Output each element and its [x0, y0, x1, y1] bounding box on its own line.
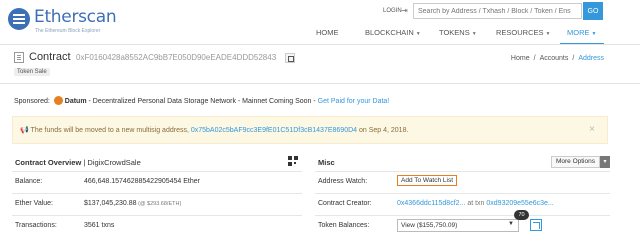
ether-value-value: $137,045,230.88 (@ $293.68/ETH) — [84, 200, 181, 207]
login-arrow-icon: ⇥ — [401, 6, 408, 15]
ether-price: (@ $293.68/ETH) — [136, 201, 182, 207]
token-count-badge: 70 — [514, 210, 529, 220]
contract-overview-panel: Contract Overview | DigixCrowdSale Balan… — [12, 153, 302, 251]
contract-label: Contract — [29, 51, 71, 63]
contract-creator-label: Contract Creator: — [318, 200, 372, 207]
balance-label: Balance: — [15, 178, 43, 185]
multisig-alert: 📢 The funds will be moved to a new multi… — [12, 116, 608, 144]
sponsored-prefix: Sponsored: — [14, 98, 50, 105]
contract-header: Contract 0xF0160428a8552AC9bB7E050D90eEA… — [0, 45, 640, 83]
creator-address-link[interactable]: 0x4366ddc115d8cf2... — [397, 200, 465, 207]
misc-panel: Misc More Options ▾ Address Watch: Add T… — [315, 153, 610, 251]
ether-value-amount: $137,045,230.88 — [84, 200, 137, 207]
transactions-row: Transactions: 3561 txns — [12, 215, 302, 233]
nav-blockchain-label: BLOCKCHAIN — [365, 28, 414, 37]
breadcrumb-accounts[interactable]: Accounts — [540, 55, 569, 62]
alert-address-link[interactable]: 0x75bA02c5bAF9cc3E9fE01C51Df3cB1437E8690… — [191, 127, 357, 134]
sponsored-link[interactable]: Get Paid for your Data! — [318, 98, 390, 105]
chevron-down-icon: ▼ — [508, 221, 514, 227]
more-options-button[interactable]: More Options — [550, 156, 600, 168]
creator-at-text: at txn — [465, 200, 487, 207]
token-balances-label: Token Balances: — [318, 222, 370, 229]
alert-text-after: on Sep 4, 2018. — [357, 127, 409, 134]
breadcrumb-address: Address — [578, 55, 604, 62]
site-header: Etherscan The Ethereum Block Explorer LO… — [0, 0, 640, 45]
copy-icon[interactable] — [285, 53, 295, 63]
nav-tokens-label: TOKENS — [439, 28, 470, 37]
expand-icon[interactable] — [530, 219, 542, 231]
transactions-value[interactable]: 3561 txns — [84, 222, 114, 229]
balance-row: Balance: 466,648.157462885422905454 Ethe… — [12, 171, 302, 189]
nav-resources[interactable]: RESOURCES ▼ — [496, 28, 550, 37]
token-balances-dropdown[interactable]: View ($155,750.09) ▼ — [397, 219, 519, 232]
chevron-down-icon: ▼ — [591, 31, 597, 37]
creator-txn-link[interactable]: 0xd93209e55e6c3e... — [486, 200, 553, 207]
add-to-watch-list-button[interactable]: Add To Watch List — [397, 175, 458, 186]
alert-text-before: The funds will be moved to a new multisi… — [30, 127, 191, 134]
nav-tokens[interactable]: TOKENS ▼ — [439, 28, 477, 37]
datum-logo-icon — [53, 96, 63, 105]
close-icon[interactable]: × — [589, 124, 595, 135]
nav-blockchain[interactable]: BLOCKCHAIN ▼ — [365, 28, 421, 37]
chevron-down-icon: ▼ — [415, 31, 421, 37]
sponsored-brand[interactable]: Datum — [65, 98, 87, 105]
contract-divider — [0, 83, 640, 84]
contract-creator-value: 0x4366ddc115d8cf2... at txn 0xd93209e55e… — [397, 200, 554, 207]
nav-resources-label: RESOURCES — [496, 28, 544, 37]
breadcrumb-home[interactable]: Home — [511, 55, 530, 62]
nav-more-label: MORE — [567, 28, 590, 37]
ether-value-row: Ether Value: $137,045,230.88 (@ $293.68/… — [12, 193, 302, 211]
contract-creator-row: Contract Creator: 0x4366ddc115d8cf2... a… — [315, 193, 610, 211]
overview-subtitle: | DigixCrowdSale — [81, 158, 141, 167]
main-nav: HOME BLOCKCHAIN ▼ TOKENS ▼ RESOURCES ▼ MORE… — [0, 22, 640, 45]
chevron-down-icon: ▼ — [471, 31, 477, 37]
transactions-label: Transactions: — [15, 222, 57, 229]
contract-address: 0xF0160428a8552AC9bB7E050D90eEADE4DDD528… — [76, 53, 277, 62]
qr-code-icon[interactable] — [288, 156, 298, 166]
balance-value: 466,648.157462885422905454 Ether — [84, 178, 200, 185]
chevron-down-icon: ▼ — [545, 31, 551, 37]
misc-title: Misc — [318, 158, 335, 167]
token-sale-badge[interactable]: Token Sale — [14, 68, 50, 76]
address-watch-row: Address Watch: Add To Watch List — [315, 171, 610, 189]
breadcrumb: Home / Accounts / Address — [510, 55, 604, 62]
overview-title-text: Contract Overview — [15, 158, 82, 167]
address-watch-label: Address Watch: — [318, 178, 368, 185]
alert-message: 📢 The funds will be moved to a new multi… — [20, 126, 408, 134]
alert-megaphone-icon: 📢 — [20, 127, 29, 134]
overview-title: Contract Overview | DigixCrowdSale — [15, 158, 141, 167]
contract-icon — [14, 52, 24, 63]
token-balances-row: Token Balances: View ($155,750.09) ▼ 70 — [315, 210, 610, 233]
search-input[interactable] — [413, 3, 582, 19]
sponsored-banner: Sponsored: Datum - Decentralized Persona… — [14, 96, 389, 105]
token-balances-value: View ($155,750.09) — [401, 222, 458, 229]
nav-more[interactable]: MORE ▼ — [567, 28, 596, 37]
login-link[interactable]: LOGIN — [383, 8, 402, 14]
nav-home[interactable]: HOME — [316, 28, 339, 37]
more-options-caret-icon[interactable]: ▾ — [600, 156, 610, 168]
search-go-button[interactable]: GO — [583, 2, 603, 20]
sponsored-text: - Decentralized Personal Data Storage Ne… — [86, 98, 318, 105]
ether-value-label: Ether Value: — [15, 200, 54, 207]
